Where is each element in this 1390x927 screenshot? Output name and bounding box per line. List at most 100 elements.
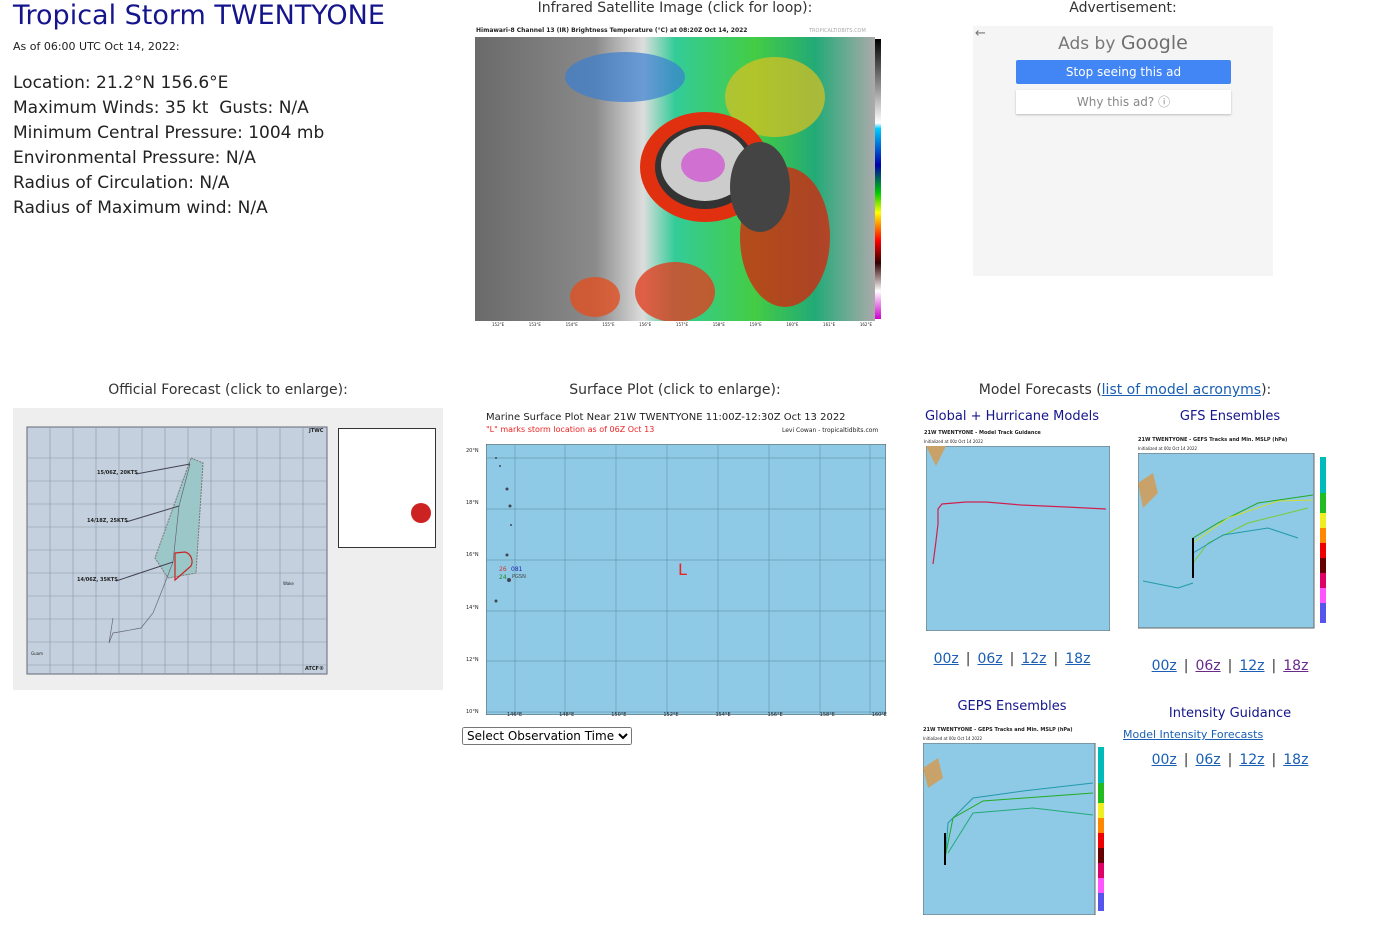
storm-title: Tropical Storm TWENTYONE [13,0,385,31]
tick: 20°N [466,448,479,454]
run-link-06z[interactable]: 06z [1195,658,1220,674]
tick: 146°E [507,712,523,718]
gfs-run-links: 00z | 06z | 12z | 18z [1151,658,1309,674]
surface-map [486,444,886,715]
observation-time-select[interactable]: Select Observation Time... [462,727,632,745]
run-link-06z[interactable]: 06z [1195,752,1220,768]
tick: 160°E [786,322,799,327]
tick: 153°E [528,322,541,327]
image-title: 21W TWENTYONE - GEPS Tracks and Min. MSL… [923,727,1073,733]
tick: 158°E [819,712,835,718]
tick: 156°E [767,712,783,718]
tick: 14°N [466,604,479,611]
tick: 154°E [565,322,578,327]
model-acronyms-link[interactable]: list of model acronyms [1102,382,1261,398]
run-link-00z[interactable]: 00z [1152,658,1177,674]
lat-ticks: 20°N 18°N 16°N 14°N 12°N 10°N [466,444,479,715]
run-link-12z[interactable]: 12z [1239,658,1264,674]
tick: 155°E [602,322,615,327]
intensity-guidance-heading: Intensity Guidance [1168,706,1292,721]
forecast-legend [338,428,436,548]
tick: 152°E [492,322,505,327]
tick: 18°N [466,500,479,507]
ads-by-google: Ads by Google [973,32,1273,54]
stop-seeing-ad-button[interactable]: Stop seeing this ad [1016,60,1231,84]
run-link-18z[interactable]: 18z [1283,752,1308,768]
tick: 148°E [559,712,575,718]
tick: 12°N [466,656,479,663]
storm-location-marker: L [678,560,687,579]
heading-text: ): [1261,382,1272,398]
tick: 158°E [712,322,725,327]
station-id: PGSN [512,574,526,580]
tick: 159°E [749,322,762,327]
ad-panel: ← Ads by Google Stop seeing this ad Why … [973,26,1273,276]
guam-label: Guam [31,651,43,656]
image-init: Initialized at 00z Oct 14 2022 [923,736,983,741]
image-title: 21W TWENTYONE - Model Track Guidance [924,430,1041,436]
min-pressure: Minimum Central Pressure: 1004 mb [13,123,325,143]
forecast-label: 15/06Z, 20KTS [97,470,138,476]
image-init: Initialized at 00z Oct 14 2022 [1138,446,1198,451]
global-models-heading: Global + Hurricane Models [924,409,1099,424]
station-temp: 26 [499,566,507,573]
model-track-map [926,446,1110,631]
tick: 16°N [466,552,479,559]
why-this-ad-button[interactable]: Why this ad? ⓘ [1016,90,1231,114]
jtwc-label: JTWC [309,428,324,434]
model-forecasts-heading: Model Forecasts (list of model acronyms)… [920,382,1330,398]
ads-by-label: Ads by [1058,34,1116,54]
ad-heading: Advertisement: [1069,0,1177,16]
station-dewpoint: 24 [499,574,507,581]
heading-text: Model Forecasts ( [978,382,1102,398]
tick: 161°E [823,322,836,327]
surface-title: Marine Surface Plot Near 21W TWENTYONE 1… [486,412,846,423]
satellite-image[interactable]: Himawari-8 Channel 13 (IR) Brightness Te… [474,27,886,330]
station-pressure: 081 [511,566,523,573]
satellite-heading: Infrared Satellite Image (click for loop… [537,0,813,16]
intensity-forecasts-container: Model Intensity Forecasts [1123,728,1263,741]
image-title: 21W TWENTYONE - GEFS Tracks and Min. MSL… [1138,437,1288,443]
surface-credit: Levi Cowan - tropicaltidbits.com [782,427,879,434]
global-models-image[interactable]: 21W TWENTYONE - Model Track Guidance Ini… [922,430,1112,633]
gfs-ensembles-image[interactable]: 21W TWENTYONE - GEFS Tracks and Min. MSL… [1136,437,1336,633]
run-link-12z[interactable]: 12z [1021,651,1046,667]
radius-circulation: Radius of Circulation: N/A [13,173,230,193]
tick: 152°E [663,712,679,718]
color-scale [875,39,881,319]
watermark: TROPICALTIDBITS.COM [809,28,866,34]
tick: 150°E [611,712,627,718]
run-link-00z[interactable]: 00z [934,651,959,667]
atcf-label: ATCF® [305,666,324,672]
run-link-00z[interactable]: 00z [1152,752,1177,768]
lon-ticks: 146°E 148°E 150°E 152°E 154°E 156°E 158°E 160°E [507,712,887,718]
global-run-links: 00z | 06z | 12z | 18z [933,651,1091,667]
gefs-map [1138,453,1326,629]
forecast-label: 14/18Z, 25KTS [87,518,128,524]
geps-ensembles-image[interactable]: 21W TWENTYONE - GEPS Tracks and Min. MSL… [921,727,1116,917]
wake-label: Wake [283,581,294,586]
location: Location: 21.2°N 156.6°E [13,73,229,93]
official-forecast-image[interactable]: 15/06Z, 20KTS 14/18Z, 25KTS 14/06Z, 35KT… [13,408,443,690]
run-link-06z[interactable]: 06z [977,651,1002,667]
model-intensity-forecasts-link[interactable]: Model Intensity Forecasts [1123,728,1263,741]
google-logo: Google [1120,32,1188,54]
as-of-time: As of 06:00 UTC Oct 14, 2022: [13,40,180,53]
gfs-ensembles-heading: GFS Ensembles [1179,409,1281,424]
forecast-label: 14/06Z, 35KTS [77,577,118,583]
run-link-12z[interactable]: 12z [1239,752,1264,768]
run-link-18z[interactable]: 18z [1065,651,1090,667]
tick: 162°E [859,322,872,327]
surface-heading: Surface Plot (click to enlarge): [569,382,781,398]
satellite-image-title: Himawari-8 Channel 13 (IR) Brightness Te… [476,27,748,34]
tick: 156°E [639,322,652,327]
surface-plot-image[interactable]: Marine Surface Plot Near 21W TWENTYONE 1… [462,408,892,723]
geps-map [923,743,1104,915]
lon-ticks: 152°E 153°E 154°E 155°E 156°E 157°E 158°E 159°E… [492,322,872,327]
image-init: Initialized at 00z Oct 14 2022 [924,439,984,444]
ir-imagery [475,37,875,321]
max-winds: Maximum Winds: 35 kt Gusts: N/A [13,98,309,118]
geps-ensembles-heading: GEPS Ensembles [957,699,1067,714]
run-link-18z[interactable]: 18z [1283,658,1308,674]
tick: 154°E [715,712,731,718]
